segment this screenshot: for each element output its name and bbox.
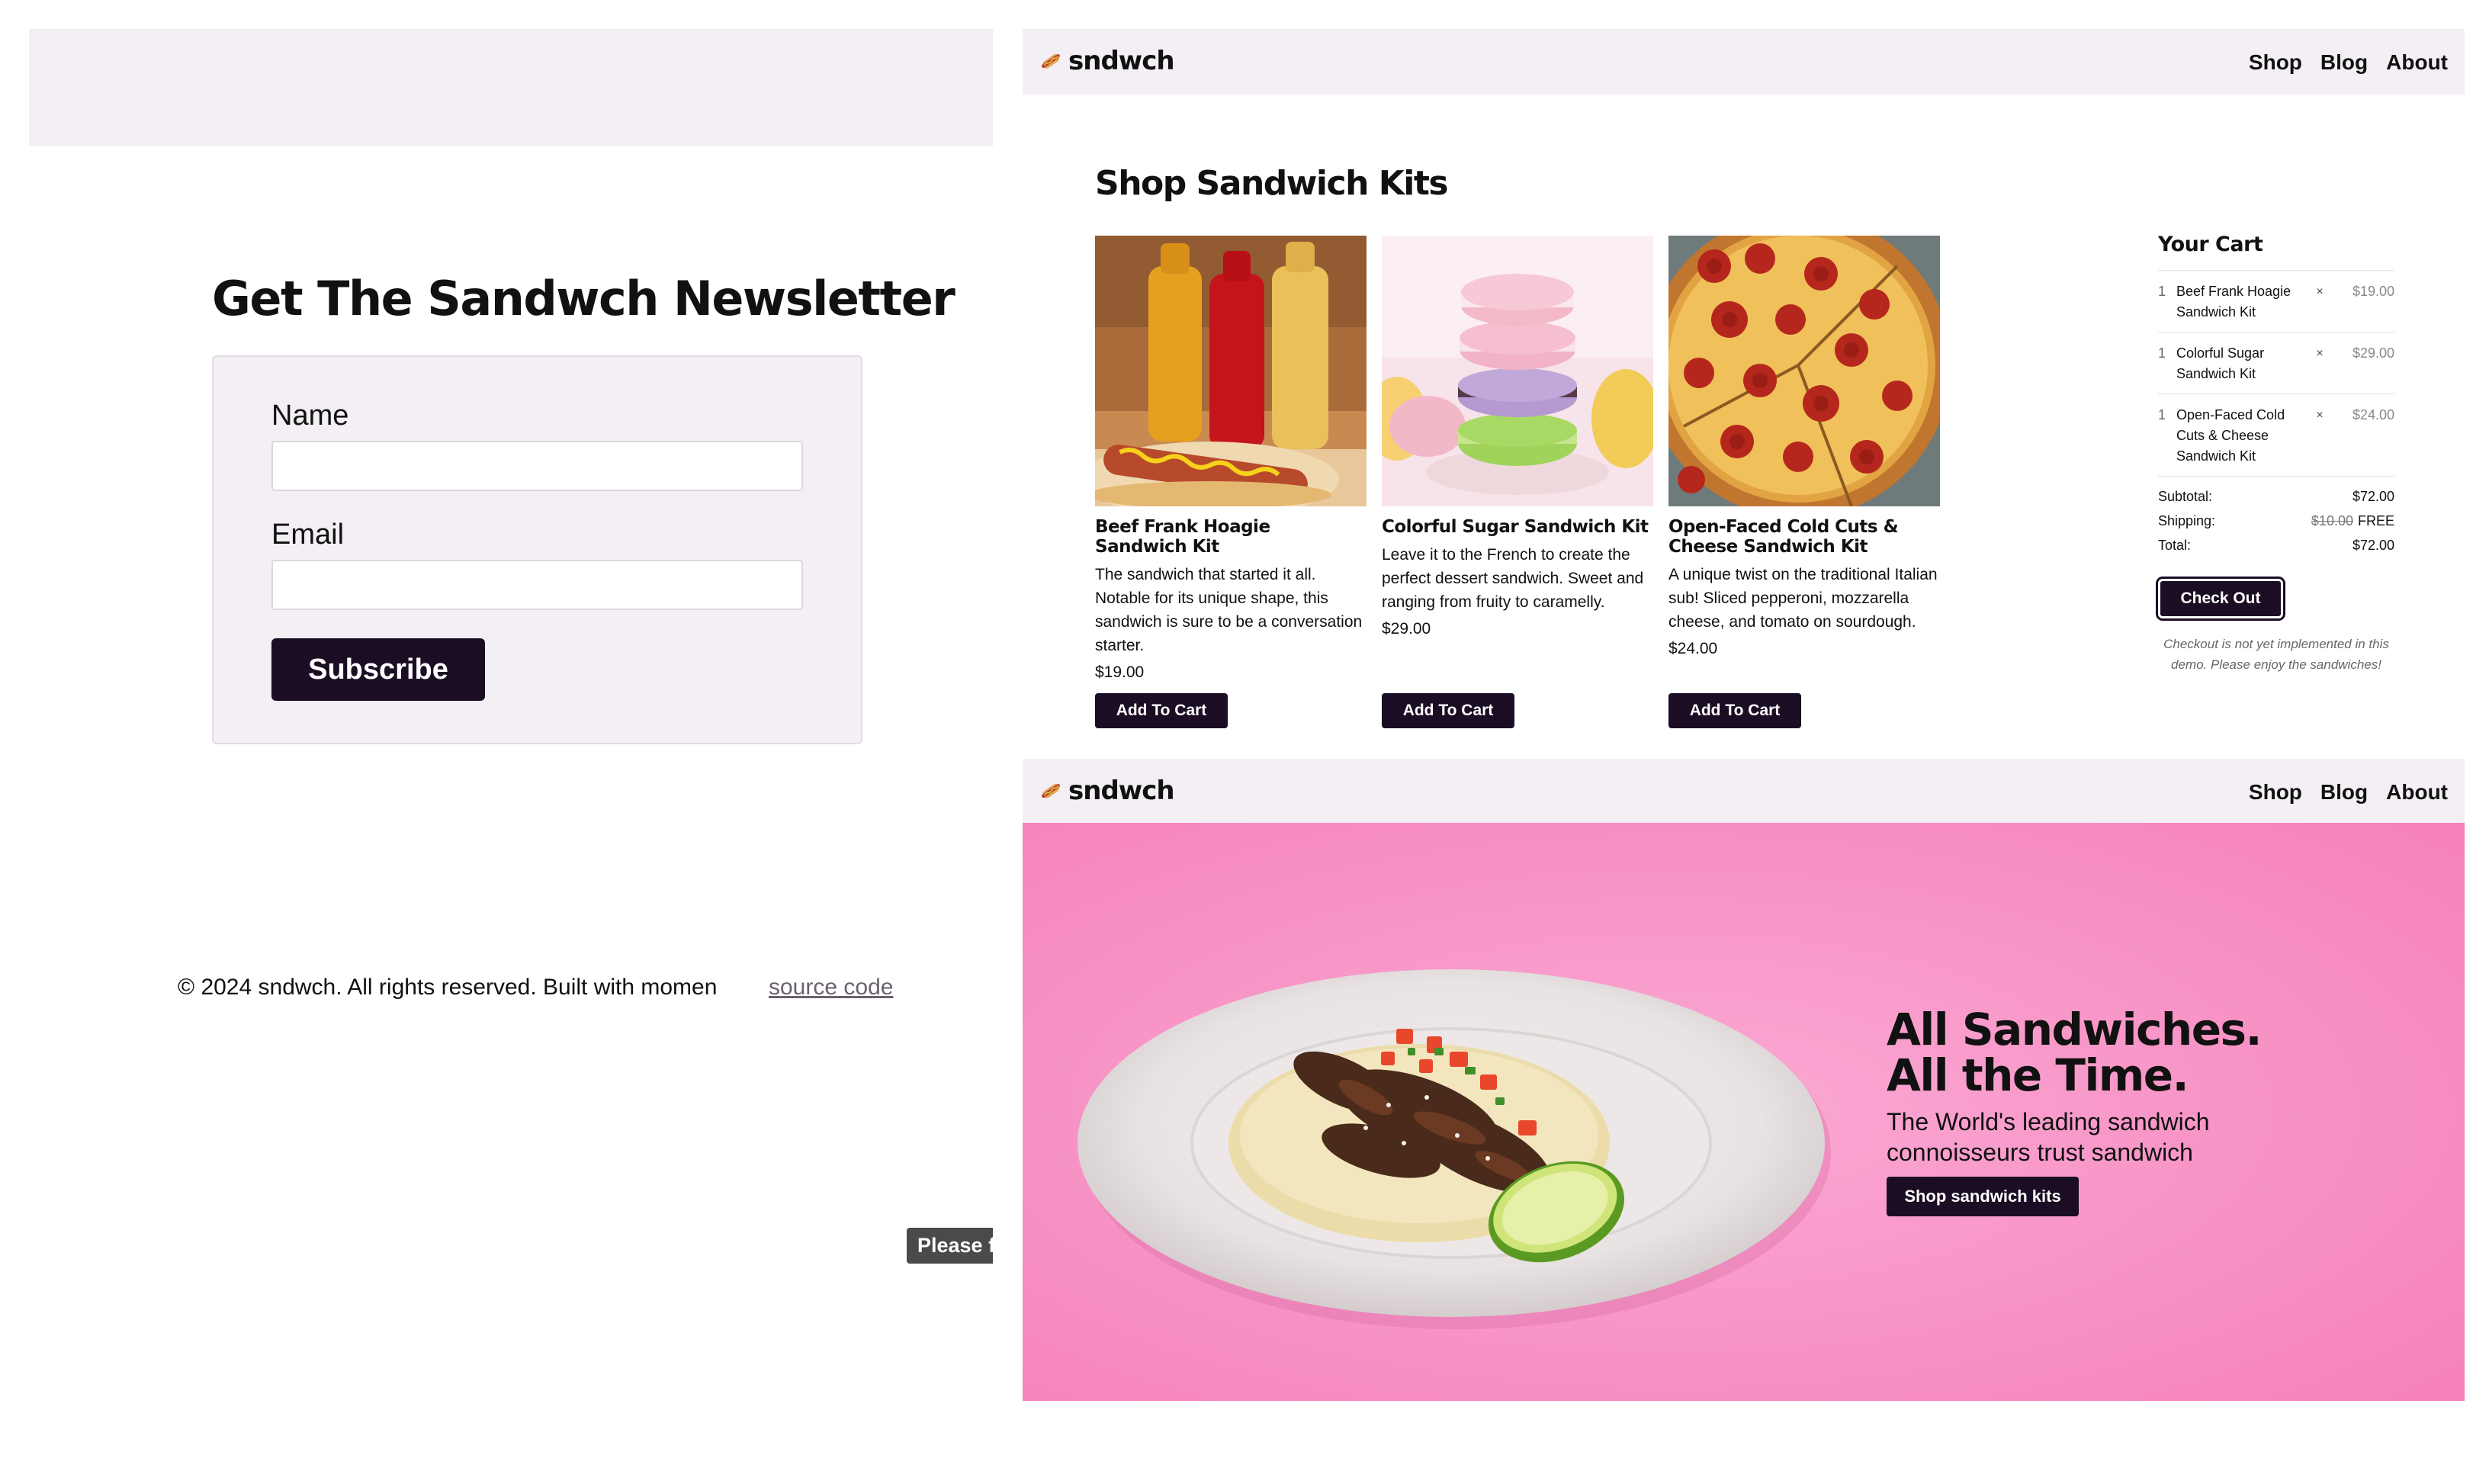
cart-summary: Subtotal: $72.00 Shipping: $10.00 FREE To… <box>2158 484 2394 557</box>
hero-subtitle: The World's leading sandwich connoisseur… <box>1887 1108 2210 1166</box>
add-to-cart-button[interactable]: Add To Cart <box>1095 693 1228 728</box>
hero-nav-links: Shop Blog About <box>2249 780 2448 805</box>
newsletter-header-bar <box>29 29 993 146</box>
product-name: Beef Frank Hoagie Sandwich Kit <box>1095 517 1270 557</box>
product-name: Colorful Sugar Sandwich Kit <box>1382 517 1649 537</box>
cart-item: 1 Open-Faced Cold Cuts & Cheese Sandwich… <box>2158 394 2394 477</box>
cart-title: Your Cart <box>2158 233 2394 271</box>
cart-item-qty: 1 <box>2158 284 2166 299</box>
shipping-value: FREE <box>2357 513 2394 528</box>
nav-about-link[interactable]: About <box>2386 780 2448 805</box>
shipping-label: Shipping: <box>2158 513 2216 528</box>
shop-sandwich-kits-button[interactable]: Shop sandwich kits <box>1887 1177 2079 1216</box>
cart-item: 1 Colorful Sugar Sandwich Kit × $29.00 <box>2158 332 2394 394</box>
shipping-value-group: $10.00 FREE <box>2311 509 2394 533</box>
email-label: Email <box>271 519 345 551</box>
hero-title: All Sandwiches. All the Time. <box>1887 1004 2263 1101</box>
subtotal-label: Subtotal: <box>2158 489 2213 504</box>
subtotal-row: Subtotal: $72.00 <box>2158 484 2394 509</box>
checkout-note: Checkout is not yet implemented in this … <box>2163 637 2389 672</box>
shop-logo[interactable]: sndwch <box>1039 46 1175 76</box>
footer-copyright: © 2024 sndwch. All rights reserved. Buil… <box>178 975 718 1000</box>
subscribe-button[interactable]: Subscribe <box>271 638 485 701</box>
shop-title: Shop Sandwich Kits <box>1095 164 1449 203</box>
product-name: Open-Faced Cold Cuts & Cheese Sandwich K… <box>1668 517 1899 557</box>
nav-about-link[interactable]: About <box>2386 50 2448 75</box>
nav-shop-link[interactable]: Shop <box>2249 780 2302 805</box>
add-to-cart-button[interactable]: Add To Cart <box>1382 693 1514 728</box>
total-row: Total: $72.00 <box>2158 533 2394 557</box>
checkout-button[interactable]: Check Out <box>2156 577 2285 621</box>
hero-navbar: sndwch Shop Blog About <box>1023 759 2465 824</box>
cart-item-qty: 1 <box>2158 407 2166 422</box>
logo-text: sndwch <box>1068 776 1175 806</box>
hotdog-icon <box>1042 783 1060 798</box>
total-label: Total: <box>2158 538 2192 553</box>
product-description: The sandwich that started it all. Notabl… <box>1095 566 1363 654</box>
shop-nav-links: Shop Blog About <box>2249 50 2448 75</box>
shipping-row: Shipping: $10.00 FREE <box>2158 509 2394 533</box>
product-description: A unique twist on the traditional Italia… <box>1668 566 1938 631</box>
hotdog-product-image[interactable] <box>1095 236 1367 506</box>
cart-item-name: Beef Frank Hoagie Sandwich Kit <box>2176 284 2291 320</box>
nav-shop-link[interactable]: Shop <box>2249 50 2302 75</box>
product-price: $24.00 <box>1668 640 1718 657</box>
cart-item: 1 Beef Frank Hoagie Sandwich Kit × $19.0… <box>2158 271 2394 332</box>
name-input[interactable] <box>271 441 803 491</box>
add-to-cart-button[interactable]: Add To Cart <box>1668 693 1801 728</box>
logo-text: sndwch <box>1068 46 1175 76</box>
hotdog-icon <box>1042 53 1060 69</box>
hero-section: All Sandwiches. All the Time. The World'… <box>1023 823 2465 1401</box>
pizza-product-image[interactable] <box>1668 236 1940 506</box>
product-card: Open-Faced Cold Cuts & Cheese Sandwich K… <box>1668 236 1940 658</box>
cart-item-name: Open-Faced Cold Cuts & Cheese Sandwich K… <box>2176 407 2285 464</box>
shipping-original-price: $10.00 <box>2311 513 2353 528</box>
product-description: Leave it to the French to create the per… <box>1382 546 1644 611</box>
cart-item-price: $29.00 <box>2352 345 2394 361</box>
cart-item-price: $19.00 <box>2352 284 2394 299</box>
nav-blog-link[interactable]: Blog <box>2320 50 2368 75</box>
total-value: $72.00 <box>2352 538 2394 553</box>
newsletter-form: Name Email Subscribe <box>212 355 862 744</box>
shop-navbar: sndwch Shop Blog About <box>1023 29 2465 95</box>
product-card: Colorful Sugar Sandwich Kit Leave it to … <box>1382 236 1653 638</box>
product-card: Beef Frank Hoagie Sandwich Kit The sandw… <box>1095 236 1367 682</box>
name-label: Name <box>271 400 349 432</box>
cart-item-price: $24.00 <box>2352 407 2394 422</box>
hero-logo[interactable]: sndwch <box>1039 776 1175 806</box>
remove-icon[interactable]: × <box>2306 405 2333 467</box>
validation-tooltip: Please f <box>907 1228 993 1264</box>
cart-item-qty: 1 <box>2158 345 2166 361</box>
product-price: $29.00 <box>1382 620 1431 638</box>
cart-panel: Your Cart 1 Beef Frank Hoagie Sandwich K… <box>2156 233 2394 675</box>
nav-blog-link[interactable]: Blog <box>2320 780 2368 805</box>
macarons-product-image[interactable] <box>1382 236 1653 506</box>
subtotal-value: $72.00 <box>2352 489 2394 504</box>
hero-title-line2: All the Time. <box>1887 1049 2189 1101</box>
email-input[interactable] <box>271 560 803 610</box>
newsletter-title: Get The Sandwch Newsletter <box>212 271 955 326</box>
remove-icon[interactable]: × <box>2306 343 2333 384</box>
hero-title-line1: All Sandwiches. <box>1887 1004 2263 1055</box>
source-code-link[interactable]: source code <box>769 975 893 1001</box>
newsletter-panel: Get The Sandwch Newsletter Name Email Su… <box>0 0 993 1484</box>
product-price: $19.00 <box>1095 663 1145 681</box>
remove-icon[interactable]: × <box>2306 281 2333 323</box>
cart-item-name: Colorful Sugar Sandwich Kit <box>2176 345 2265 381</box>
